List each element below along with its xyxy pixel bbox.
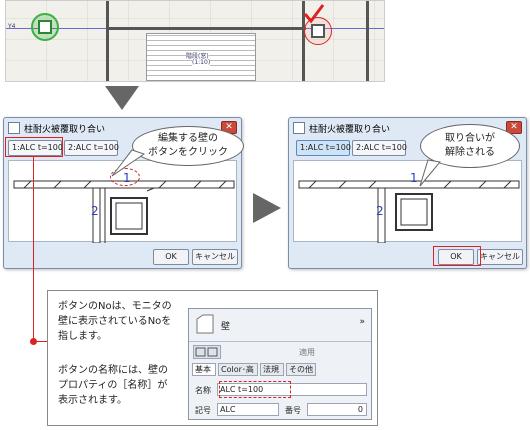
callout-pointer <box>419 159 441 187</box>
right-arrow-icon <box>253 193 281 223</box>
tab-basic[interactable]: 基本 <box>192 363 216 376</box>
button-highlight-box <box>433 246 481 266</box>
down-arrow-icon <box>105 86 139 110</box>
tab-regulation[interactable]: 法規 <box>260 363 284 376</box>
number-label: 番号 <box>285 406 301 415</box>
panel-title: 壁 <box>221 322 231 332</box>
callout-line: 編集する壁の <box>158 133 218 144</box>
cad-plan-view[interactable]: Y4 階段(窓) (1:10) <box>5 0 385 82</box>
check-mark-icon <box>303 4 325 24</box>
wall-property-icon <box>196 314 214 334</box>
column-square <box>311 24 325 38</box>
code-label: 記号 <box>195 406 211 415</box>
callout-pointer <box>111 149 146 177</box>
app-icon <box>293 122 305 134</box>
wall-line <box>106 1 109 81</box>
code-field[interactable]: ALC <box>217 403 279 416</box>
callout-line: ボタンをクリック <box>148 147 228 158</box>
wall-number-label: 2 <box>91 204 99 218</box>
callout-left: 編集する壁の ボタンをクリック <box>132 126 244 166</box>
wall-line <box>366 1 369 81</box>
stair-scale-label: (1:10) <box>192 59 211 66</box>
cancel-button[interactable]: キャンセル <box>192 249 238 265</box>
callout-line: 取り合いが <box>445 133 495 144</box>
app-icon <box>8 122 20 134</box>
cancel-button[interactable]: キャンセル <box>477 249 523 265</box>
property-panel: 壁 » 適用 基本 Color･高 法規 その他 名称 ALC t=100 記号… <box>188 308 372 420</box>
ok-button[interactable]: OK <box>153 249 189 265</box>
plan-preview[interactable]: 1 2 <box>293 160 522 243</box>
collapse-icon[interactable]: » <box>359 317 365 327</box>
name-highlight-box <box>219 381 291 398</box>
tab-other[interactable]: その他 <box>286 363 316 376</box>
tab-color-height[interactable]: Color･高 <box>218 363 258 376</box>
wall-button-2[interactable]: 2:ALC t=100 <box>352 140 407 156</box>
dialog-title: 柱耐火被覆取り合い <box>309 124 391 135</box>
button-highlight-box <box>5 137 63 157</box>
wall-button-1[interactable]: 1:ALC t=100 <box>296 140 351 156</box>
wall-line <box>106 27 306 30</box>
name-label: 名称 <box>195 386 211 395</box>
connector-line <box>33 157 34 341</box>
callout-line: 解除される <box>445 147 495 158</box>
number-field[interactable]: 0 <box>307 403 367 416</box>
explanation-paragraph-2: ボタンの名称には、壁の プロパティの［名称］が 表示されます。 <box>58 365 168 406</box>
column-square <box>38 20 52 34</box>
wall-number-label: 2 <box>376 204 384 218</box>
explanation-paragraph-1: ボタンのNoは、モニタの 壁に表示されているNoを 指します。 <box>58 301 172 342</box>
toolbar-icons[interactable] <box>193 345 221 359</box>
connector-dot <box>30 338 37 345</box>
apply-button[interactable]: 適用 <box>299 347 315 358</box>
dialog-title: 柱耐火被覆取り合い <box>24 124 106 135</box>
